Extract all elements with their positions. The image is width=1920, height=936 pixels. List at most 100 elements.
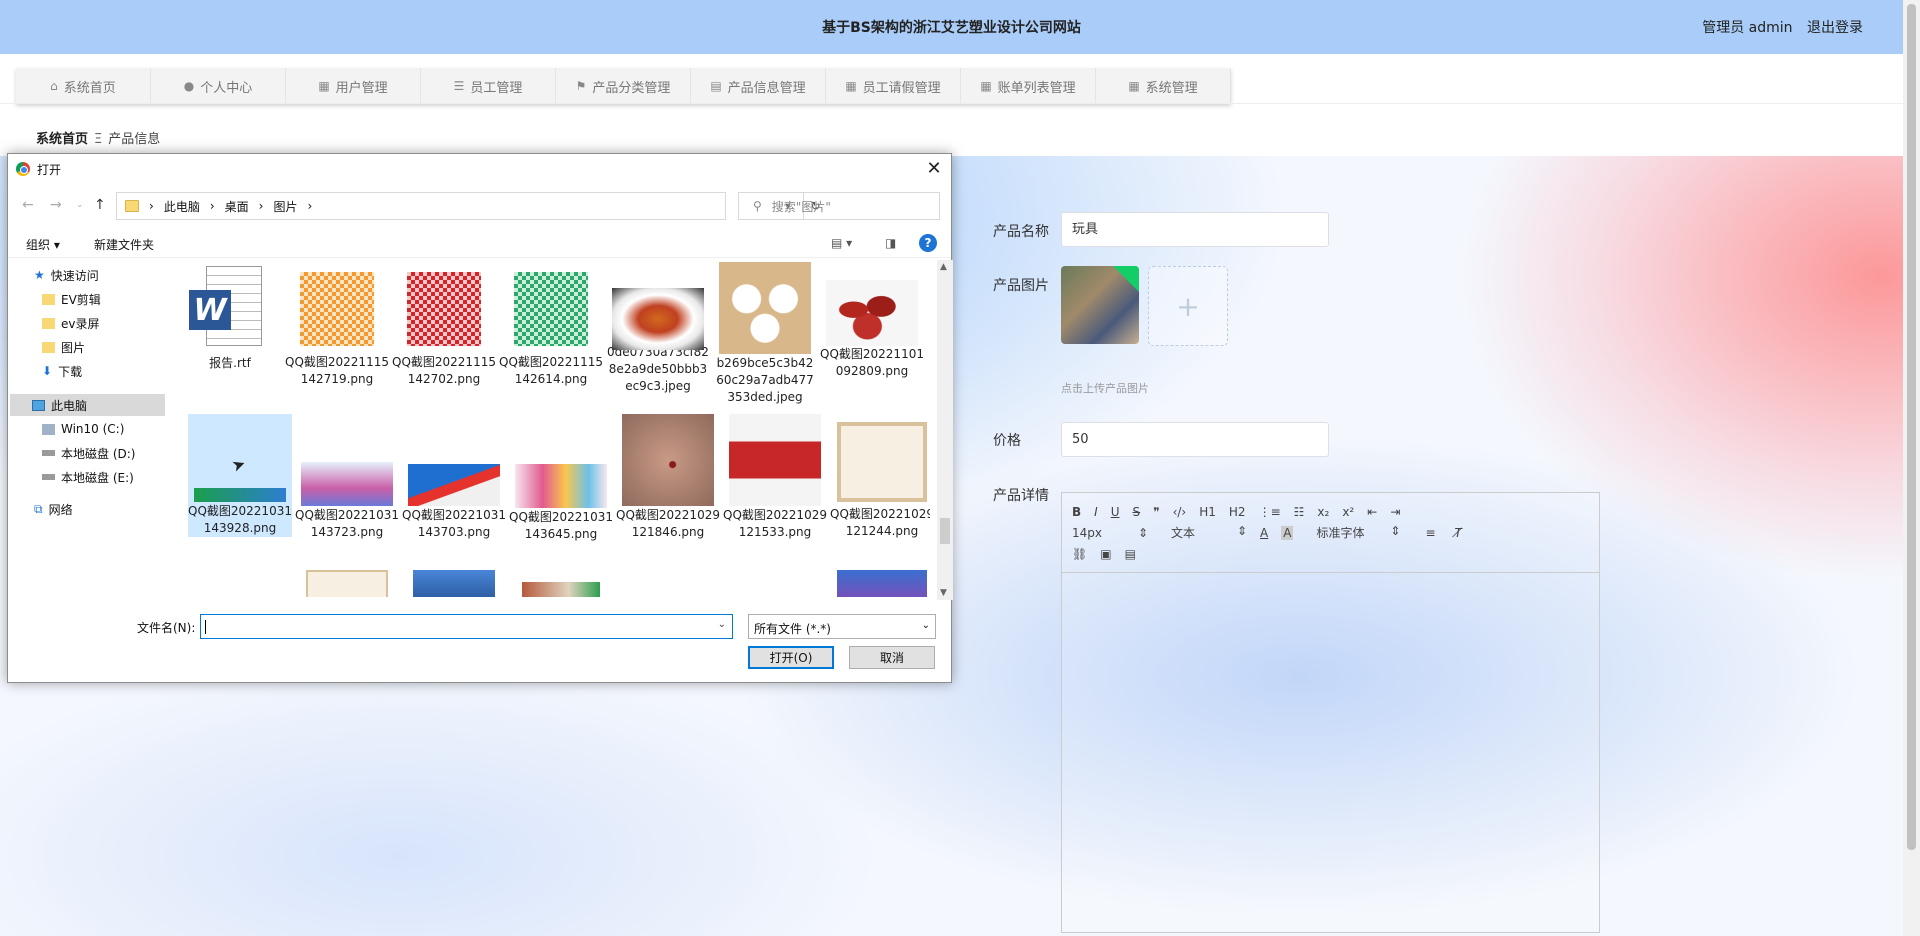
nav-downloads[interactable]: ⬇ 下载 [42,360,82,382]
file-item[interactable]: b269bce5c3b4260c29a7adb477353ded.jpeg [713,262,817,406]
filename-input[interactable]: ⌄ [200,614,733,639]
file-item[interactable]: QQ截图20221031143703.png [402,414,506,541]
h2-button[interactable]: H2 [1229,505,1246,519]
font-color-icon[interactable]: A [1260,526,1268,540]
open-button[interactable]: 打开(O) [748,646,834,669]
underline-button[interactable]: U [1111,505,1120,519]
file-item[interactable]: QQ截图20221115142719.png [285,262,389,388]
help-icon[interactable]: ? [919,234,937,252]
chevron-down-icon[interactable]: ⌄ [718,619,726,630]
h1-button[interactable]: H1 [1199,505,1216,519]
product-name-input[interactable]: 玩具 [1061,212,1329,247]
clear-format-icon[interactable]: T̸ [1455,526,1462,540]
quote-button[interactable]: ❞ [1153,505,1159,519]
path-segment[interactable]: 桌面 [225,198,249,215]
new-folder-button[interactable]: 新建文件夹 [94,236,154,253]
nav-item-leave[interactable]: ▦ 员工请假管理 [826,68,961,104]
page-scrollbar-thumb[interactable] [1907,4,1916,850]
logout-link[interactable]: 退出登录 [1807,20,1863,36]
page-scrollbar[interactable] [1903,0,1920,936]
file-item[interactable]: QQ截图20221031143723.png [295,414,399,541]
nav-item-system[interactable]: ▦ 系统管理 [1096,68,1231,104]
file-item[interactable]: W 报告.rtf [178,262,282,372]
nav-item-staff[interactable]: ☰ 员工管理 [421,68,556,104]
star-icon: ★ [34,268,45,282]
paragraph-select[interactable]: 文本 ⇕ [1171,524,1247,541]
nav-item-profile[interactable]: ● 个人中心 [151,68,286,104]
filetype-value: 所有文件 (*.*) [754,622,831,636]
breadcrumb-home[interactable]: 系统首页 [36,132,88,147]
nav-item-bills[interactable]: ▦ 账单列表管理 [961,68,1096,104]
file-item[interactable]: QQ截图20221029121846.png [616,414,720,541]
file-item[interactable] [295,570,399,597]
nav-item-category[interactable]: ⚑ 产品分类管理 [556,68,691,104]
strike-button[interactable]: S [1133,505,1141,519]
indent-button[interactable]: ⇥ [1390,505,1400,519]
nav-pictures[interactable]: 图片 [42,336,85,358]
upload-add-button[interactable]: + [1148,266,1228,346]
nav-ev-edit[interactable]: EV剪辑 [42,288,101,310]
path-chevron-icon: › [258,199,264,213]
path-segment[interactable]: 图片 [273,198,297,215]
background-color-icon[interactable]: A [1281,525,1294,540]
file-item[interactable]: QQ截图20221029121533.png [723,414,827,541]
nav-item-users[interactable]: ▦ 用户管理 [286,68,421,104]
file-item[interactable] [402,570,506,597]
product-image-thumbnail[interactable] [1061,266,1139,344]
font-family-select[interactable]: 标准字体 ⇕ [1316,524,1400,541]
nav-quick-access[interactable]: ★ 快速访问 [34,264,99,286]
italic-button[interactable]: I [1094,505,1098,519]
name-label: 产品名称 [993,224,1049,240]
filetype-select[interactable]: 所有文件 (*.*) ⌄ [748,614,936,639]
superscript-button[interactable]: x² [1342,505,1354,519]
image-icon[interactable]: ▣ [1100,547,1111,561]
align-icon[interactable]: ≡ [1425,526,1435,540]
file-item[interactable]: QQ截图20221029121244.png [830,414,930,540]
nav-drive-e[interactable]: 本地磁盘 (E:) [42,466,134,488]
cancel-button[interactable]: 取消 [849,646,935,669]
view-options-icon[interactable]: ▤ ▾ [831,236,852,250]
nav-drive-d[interactable]: 本地磁盘 (D:) [42,442,135,464]
outdent-button[interactable]: ⇤ [1367,505,1377,519]
file-item[interactable]: QQ截图20221031143645.png [509,414,613,543]
ordered-list-button[interactable]: ⋮≡ [1259,505,1281,519]
forward-arrow-icon[interactable]: → [50,197,62,213]
back-arrow-icon[interactable]: ← [22,197,34,213]
recent-dropdown-icon[interactable]: ⌄ [76,200,84,210]
path-segment[interactable]: 此电脑 [164,198,200,215]
scroll-up-icon[interactable]: ▲ [940,262,947,272]
nav-ev-record[interactable]: ev录屏 [42,312,100,334]
nav-this-pc[interactable]: 此电脑 [10,394,165,416]
bullet-list-button[interactable]: ☷ [1294,505,1305,519]
file-item[interactable]: QQ截图20221115142702.png [392,262,496,388]
file-item[interactable] [830,570,930,597]
file-grid-scrollbar[interactable]: ▲ ▼ [937,260,953,600]
close-icon[interactable]: ✕ [923,158,945,179]
video-icon[interactable]: ▤ [1125,547,1136,561]
select-arrows-icon: ⇕ [1236,524,1247,538]
nav-item-product[interactable]: ▤ 产品信息管理 [691,68,826,104]
nav-network[interactable]: ⧉ 网络 [34,498,73,520]
bold-button[interactable]: B [1072,505,1081,519]
nav-item-home[interactable]: ⌂ 系统首页 [16,68,151,104]
code-button[interactable]: ‹/› [1173,505,1187,519]
font-size-select[interactable]: 14px ⇕ [1072,526,1148,540]
file-item[interactable]: QQ截图20221115142614.png [499,262,603,388]
nav-drive-c[interactable]: Win10 (C:) [42,418,124,440]
up-arrow-icon[interactable]: ↑ [94,197,106,213]
grid-icon: ▦ [1128,79,1140,93]
price-input[interactable]: 50 [1061,422,1329,457]
subscript-button[interactable]: x₂ [1317,505,1329,519]
file-item[interactable]: 0de0730a73cf828e2a9de50bbb3ec9c3.jpeg [606,262,710,395]
file-item[interactable] [509,570,613,597]
folder-icon [42,341,55,353]
organize-button[interactable]: 组织 ▾ [26,236,60,253]
search-input[interactable]: ⚲ 搜索"图片" [738,192,940,220]
file-item[interactable]: QQ截图20221101092809.png [820,262,924,380]
link-icon[interactable]: ⛓ [1072,547,1087,561]
address-bar[interactable]: › 此电脑 › 桌面 › 图片 › ▾ ↻ [116,192,821,220]
scroll-down-icon[interactable]: ▼ [940,588,947,598]
scrollbar-thumb[interactable] [940,518,950,544]
file-item-selected[interactable]: QQ截图20221031143928.png [188,414,292,537]
preview-pane-icon[interactable]: ◨ [885,236,896,250]
